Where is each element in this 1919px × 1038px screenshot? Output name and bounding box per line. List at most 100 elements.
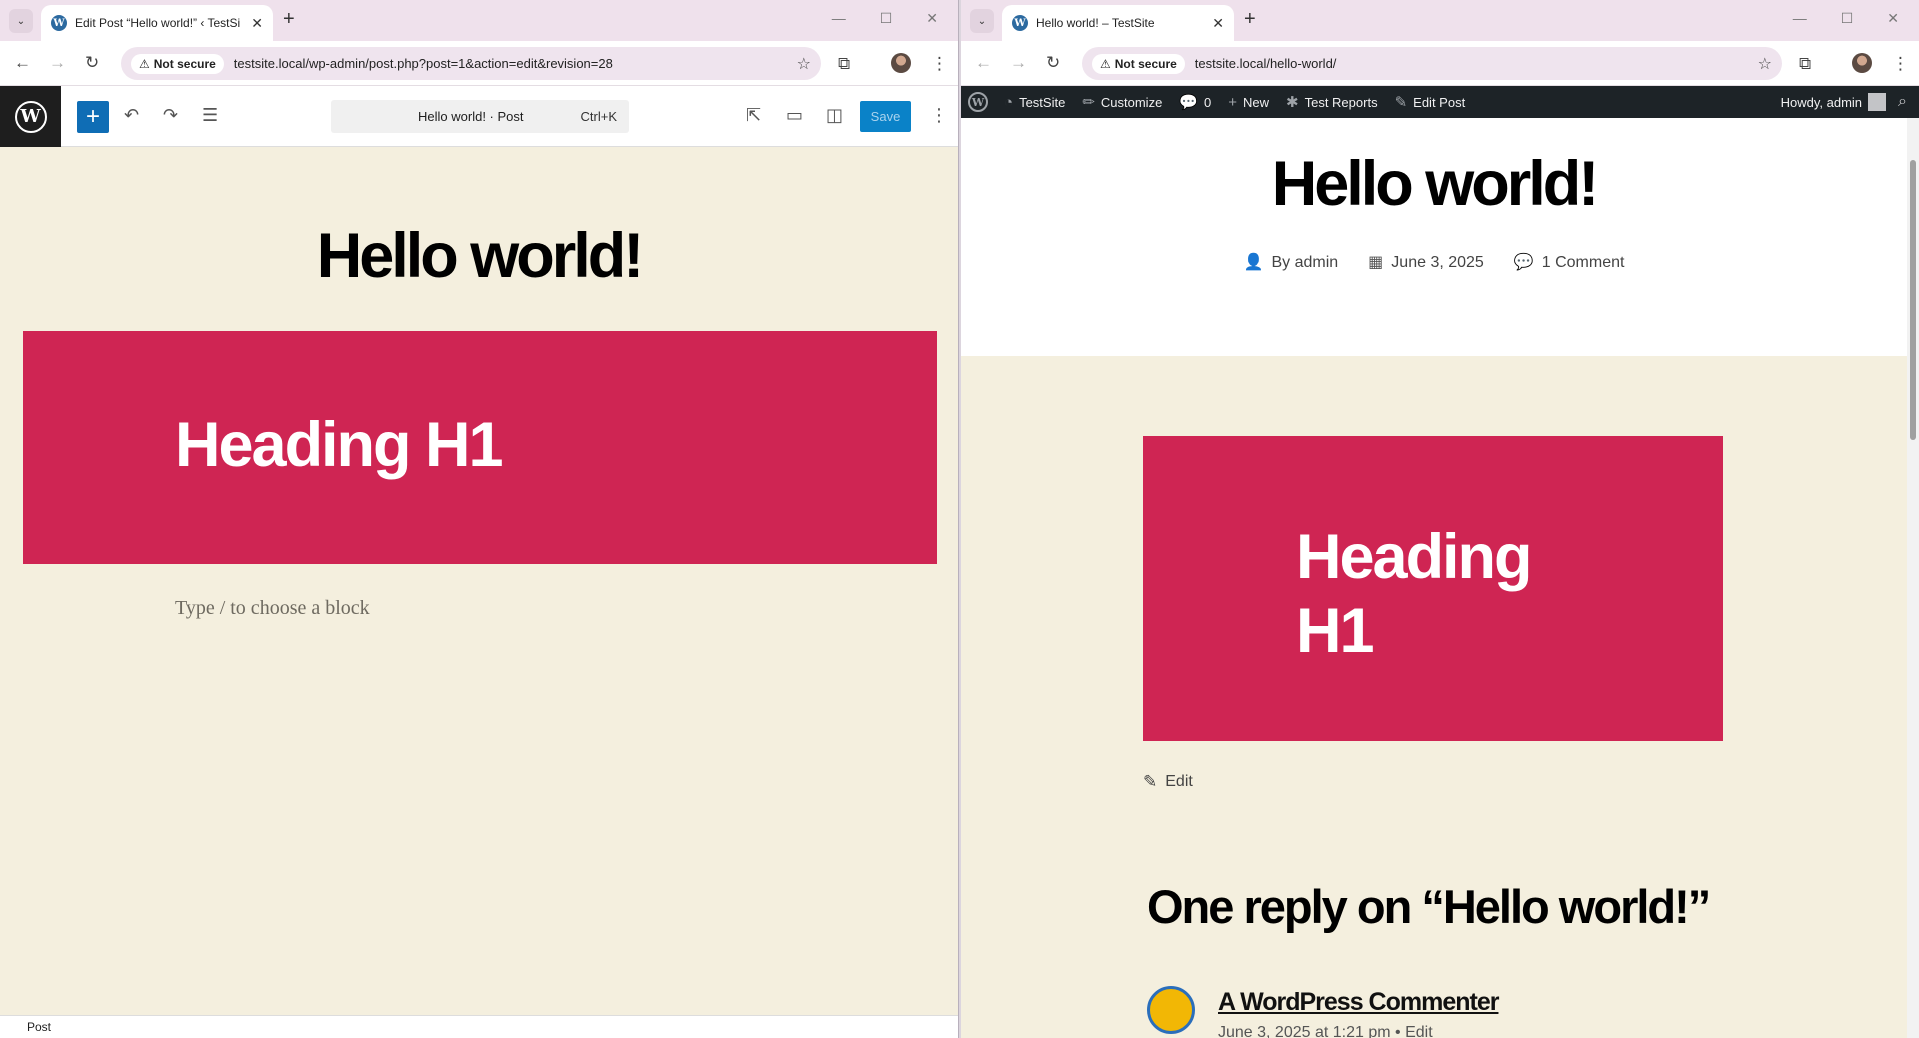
maximize-button[interactable]: ☐ [880,10,893,27]
command-bar-label: Hello world! · Post [418,109,524,124]
redo-icon[interactable]: ↷ [163,105,178,126]
minimize-button[interactable]: — [832,10,846,27]
list-view-icon[interactable]: ☰ [202,105,218,126]
command-palette-button[interactable]: Hello world! · Post Ctrl+K [331,100,629,133]
wordpress-favicon-icon: W [1012,15,1028,31]
author-label: By admin [1271,254,1339,271]
edit-label: Edit [1165,773,1193,790]
address-bar[interactable]: ⚠ Not secure testsite.local/hello-world/ … [1082,47,1782,80]
browser-menu-kebab-icon[interactable]: ⋮ [1892,54,1909,74]
admin-bar-customize[interactable]: ✏ Customize [1082,93,1162,111]
preview-device-icon[interactable]: ▭ [786,105,803,126]
browser-menu-kebab-icon[interactable]: ⋮ [931,54,948,74]
window-controls: — ☐ ✕ [832,10,938,27]
tab-title: Hello world! – TestSite [1036,16,1155,30]
date-label: June 3, 2025 [1391,254,1484,271]
howdy-account-link[interactable]: Howdy, admin [1781,95,1862,110]
tab-search-button[interactable]: ⌄ [970,9,994,33]
admin-bar-site-name[interactable]: ◔ TestSite [1004,94,1065,111]
extensions-icon[interactable]: ⧉ [1799,54,1811,74]
site-info-chip[interactable]: ⚠ Not secure [1092,53,1185,74]
comments-count: 0 [1204,94,1212,110]
new-tab-button[interactable]: + [1244,8,1256,31]
profile-avatar[interactable] [1852,53,1872,73]
post-author[interactable]: 👤 By admin [1244,252,1339,272]
paintbrush-icon: ✏ [1082,94,1095,111]
command-shortcut: Ctrl+K [580,109,617,124]
editor-canvas[interactable]: Hello world! Heading H1 Type / to choose… [0,147,958,1015]
forward-button[interactable]: → [49,53,66,73]
undo-icon[interactable]: ↶ [124,105,139,126]
tab-hello-world[interactable]: W Hello world! – TestSite ✕ [1002,5,1234,41]
bookmark-star-icon[interactable]: ☆ [797,54,811,74]
cover-heading[interactable]: Heading H1 [175,409,504,481]
edit-post-link[interactable]: ✎ Edit [1143,772,1193,792]
block-breadcrumb[interactable]: Post [0,1015,958,1038]
close-window-button[interactable]: ✕ [926,10,938,27]
settings-sidebar-icon[interactable]: ◫ [826,105,843,126]
edit-post-label: Edit Post [1413,94,1466,110]
calendar-icon: ▦ [1368,254,1384,271]
admin-bar-edit-post[interactable]: ✎ Edit Post [1395,93,1466,111]
cover-block: Heading H1 [1143,436,1723,741]
profile-avatar[interactable] [891,53,911,73]
tab-title: Edit Post “Hello world!” ‹ TestSi [75,16,241,30]
admin-avatar[interactable] [1868,93,1887,111]
tab-strip: ⌄ W Edit Post “Hello world!” ‹ TestSi ✕ … [0,0,958,41]
cover-block[interactable]: Heading H1 [23,331,937,564]
site-info-chip[interactable]: ⚠ Not secure [131,53,224,74]
tab-search-button[interactable]: ⌄ [9,9,33,33]
post-header: Hello world! 👤 By admin ▦ June 3, 2025 💬 1 … [961,118,1907,356]
dashboard-icon: ◔ [1004,93,1014,111]
bug-icon: ✱ [1286,94,1299,111]
admin-bar-new[interactable]: + New [1228,94,1269,111]
url-text: testsite.local/hello-world/ [1194,56,1337,71]
extensions-icon[interactable]: ⧉ [838,54,850,74]
view-post-external-icon[interactable]: ⇱ [746,105,761,126]
tab-close-icon[interactable]: ✕ [1212,15,1224,32]
back-button[interactable]: ← [975,53,992,73]
comment-meta[interactable]: June 3, 2025 at 1:21 pm • Edit [1218,1024,1433,1038]
minimize-button[interactable]: — [1793,10,1807,27]
post-date[interactable]: ▦ June 3, 2025 [1368,252,1484,272]
plus-icon: + [1228,93,1237,111]
comment-author-link[interactable]: A WordPress Commenter [1218,988,1499,1017]
tab-edit-post[interactable]: W Edit Post “Hello world!” ‹ TestSi ✕ [41,5,273,41]
search-icon[interactable]: ⌕ [1898,93,1907,111]
post-title-field[interactable]: Hello world! [0,220,958,292]
editor-header: W + ↶ ↷ ☰ Hello world! · Post Ctrl+K ⇱ ▭… [0,86,958,147]
post-comments-link[interactable]: 💬 1 Comment [1514,252,1625,272]
browser-window-editor: ⌄ W Edit Post “Hello world!” ‹ TestSi ✕ … [0,0,959,1038]
tab-strip: ⌄ W Hello world! – TestSite ✕ + — ☐ ✕ [961,0,1919,41]
new-label: New [1243,94,1270,110]
reload-button[interactable]: ↻ [1046,53,1060,73]
tab-close-icon[interactable]: ✕ [251,15,263,32]
pencil-icon: ✎ [1394,94,1408,111]
save-button[interactable]: Save [860,101,911,132]
bookmark-star-icon[interactable]: ☆ [1758,54,1772,74]
site-name-label: TestSite [1019,94,1066,110]
admin-bar-comments[interactable]: 💬 0 [1179,93,1211,111]
comments-heading: One reply on “Hello world!” [1147,880,1711,933]
customize-label: Customize [1100,94,1163,110]
close-window-button[interactable]: ✕ [1887,10,1899,27]
scrollbar-thumb[interactable] [1910,160,1916,440]
security-label: Not secure [1114,56,1177,71]
block-inserter-button[interactable]: + [77,101,109,133]
new-tab-button[interactable]: + [283,8,295,31]
browser-toolbar: ← → ↻ ⚠ Not secure testsite.local/hello-w… [961,41,1919,86]
reload-button[interactable]: ↻ [85,53,99,73]
forward-button[interactable]: → [1010,53,1027,73]
post-meta: 👤 By admin ▦ June 3, 2025 💬 1 Comment [961,252,1907,272]
back-button[interactable]: ← [14,53,31,73]
address-bar[interactable]: ⚠ Not secure testsite.local/wp-admin/post… [121,47,821,80]
maximize-button[interactable]: ☐ [1841,10,1854,27]
wordpress-menu-icon[interactable]: W [968,92,988,112]
editor-options-kebab-icon[interactable]: ⋮ [930,105,948,126]
block-placeholder[interactable]: Type / to choose a block [175,597,370,620]
page-scrollbar[interactable] [1907,118,1919,1038]
wordpress-logo-icon: W [14,100,47,133]
commenter-avatar [1147,986,1195,1034]
wordpress-logo-button[interactable]: W [0,86,61,147]
admin-bar-test-reports[interactable]: ✱ Test Reports [1286,93,1378,111]
